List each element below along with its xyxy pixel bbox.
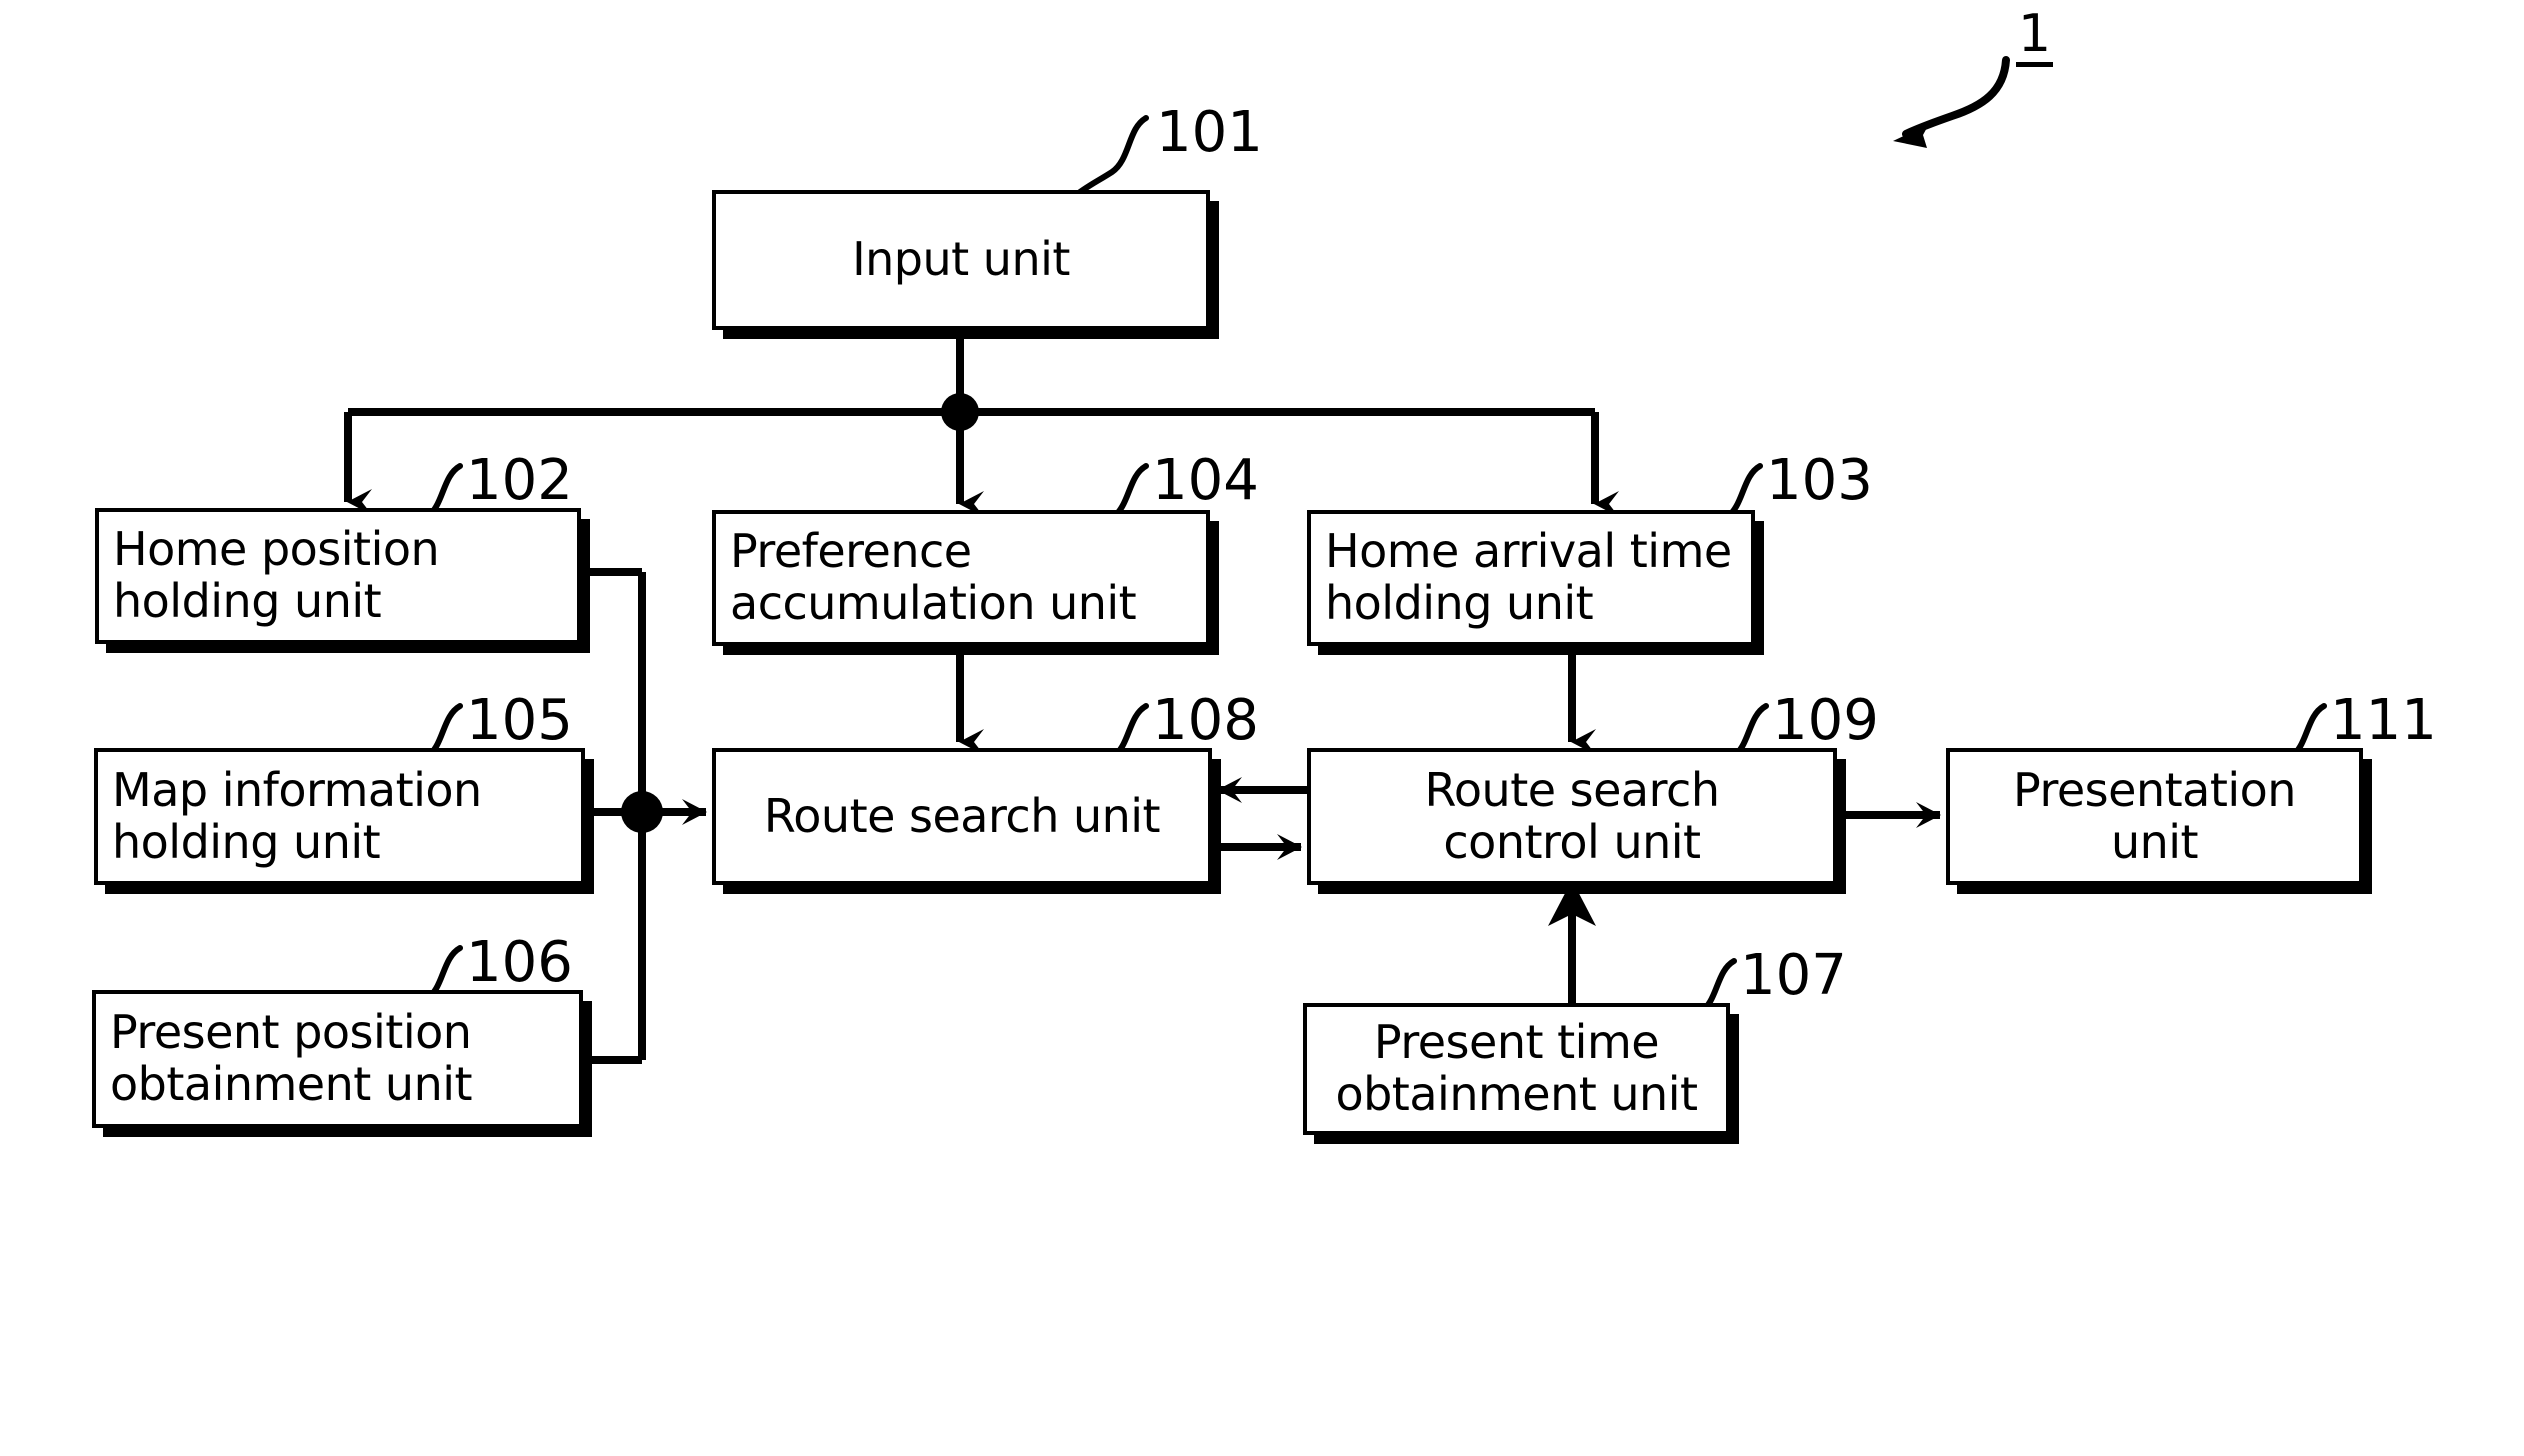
node-route-search-unit-label: Route search unit bbox=[763, 788, 1161, 843]
figure-number-leader bbox=[1893, 56, 2010, 148]
ref-number-109: 109 bbox=[1772, 688, 1879, 753]
node-present-position-obtainment-unit-label: Present position obtainment unit bbox=[110, 1005, 473, 1111]
node-home-arrival-time-holding-unit[interactable]: Home arrival time holding unit bbox=[1307, 510, 1755, 646]
connector-left-trunk bbox=[581, 568, 707, 1064]
ref-number-104: 104 bbox=[1152, 448, 1259, 513]
ref-number-111: 111 bbox=[2330, 688, 2437, 753]
node-present-time-obtainment-unit-label: Present time obtainment unit bbox=[1335, 1015, 1698, 1121]
node-presentation-unit-label: Presentation unit bbox=[2013, 762, 2296, 869]
ref-number-102: 102 bbox=[466, 448, 573, 513]
figure-number: 1 bbox=[2016, 8, 2054, 67]
ref-number-105: 105 bbox=[466, 688, 573, 753]
node-route-search-unit[interactable]: Route search unit bbox=[712, 748, 1212, 885]
node-preference-accumulation-unit[interactable]: Preference accumulation unit bbox=[712, 510, 1210, 646]
node-home-arrival-time-holding-unit-label: Home arrival time holding unit bbox=[1325, 524, 1732, 630]
ref-number-106: 106 bbox=[466, 930, 573, 995]
node-home-position-holding-unit[interactable]: Home position holding unit bbox=[95, 508, 581, 644]
ref-number-108: 108 bbox=[1152, 688, 1259, 753]
node-map-information-holding-unit-label: Map information holding unit bbox=[112, 762, 482, 869]
ref-number-101: 101 bbox=[1156, 100, 1263, 165]
ref-number-103: 103 bbox=[1766, 448, 1873, 513]
connector-present-time-to-control bbox=[1548, 880, 1596, 1003]
node-route-search-control-unit[interactable]: Route search control unit bbox=[1307, 748, 1837, 885]
node-present-time-obtainment-unit[interactable]: Present time obtainment unit bbox=[1303, 1003, 1730, 1135]
ref-number-107: 107 bbox=[1740, 943, 1847, 1008]
node-present-position-obtainment-unit[interactable]: Present position obtainment unit bbox=[92, 990, 583, 1128]
node-input-unit[interactable]: Input unit bbox=[712, 190, 1210, 330]
patent-figure-canvas: 1 Input unit 101 Home position holding u… bbox=[0, 0, 2524, 1456]
node-preference-accumulation-unit-label: Preference accumulation unit bbox=[730, 524, 1137, 630]
node-presentation-unit[interactable]: Presentation unit bbox=[1946, 748, 2363, 885]
node-route-search-control-unit-label: Route search control unit bbox=[1424, 762, 1720, 869]
node-map-information-holding-unit[interactable]: Map information holding unit bbox=[94, 748, 585, 885]
connector-layer bbox=[344, 56, 2327, 1064]
node-input-unit-label: Input unit bbox=[852, 232, 1070, 287]
node-home-position-holding-unit-label: Home position holding unit bbox=[113, 522, 440, 628]
